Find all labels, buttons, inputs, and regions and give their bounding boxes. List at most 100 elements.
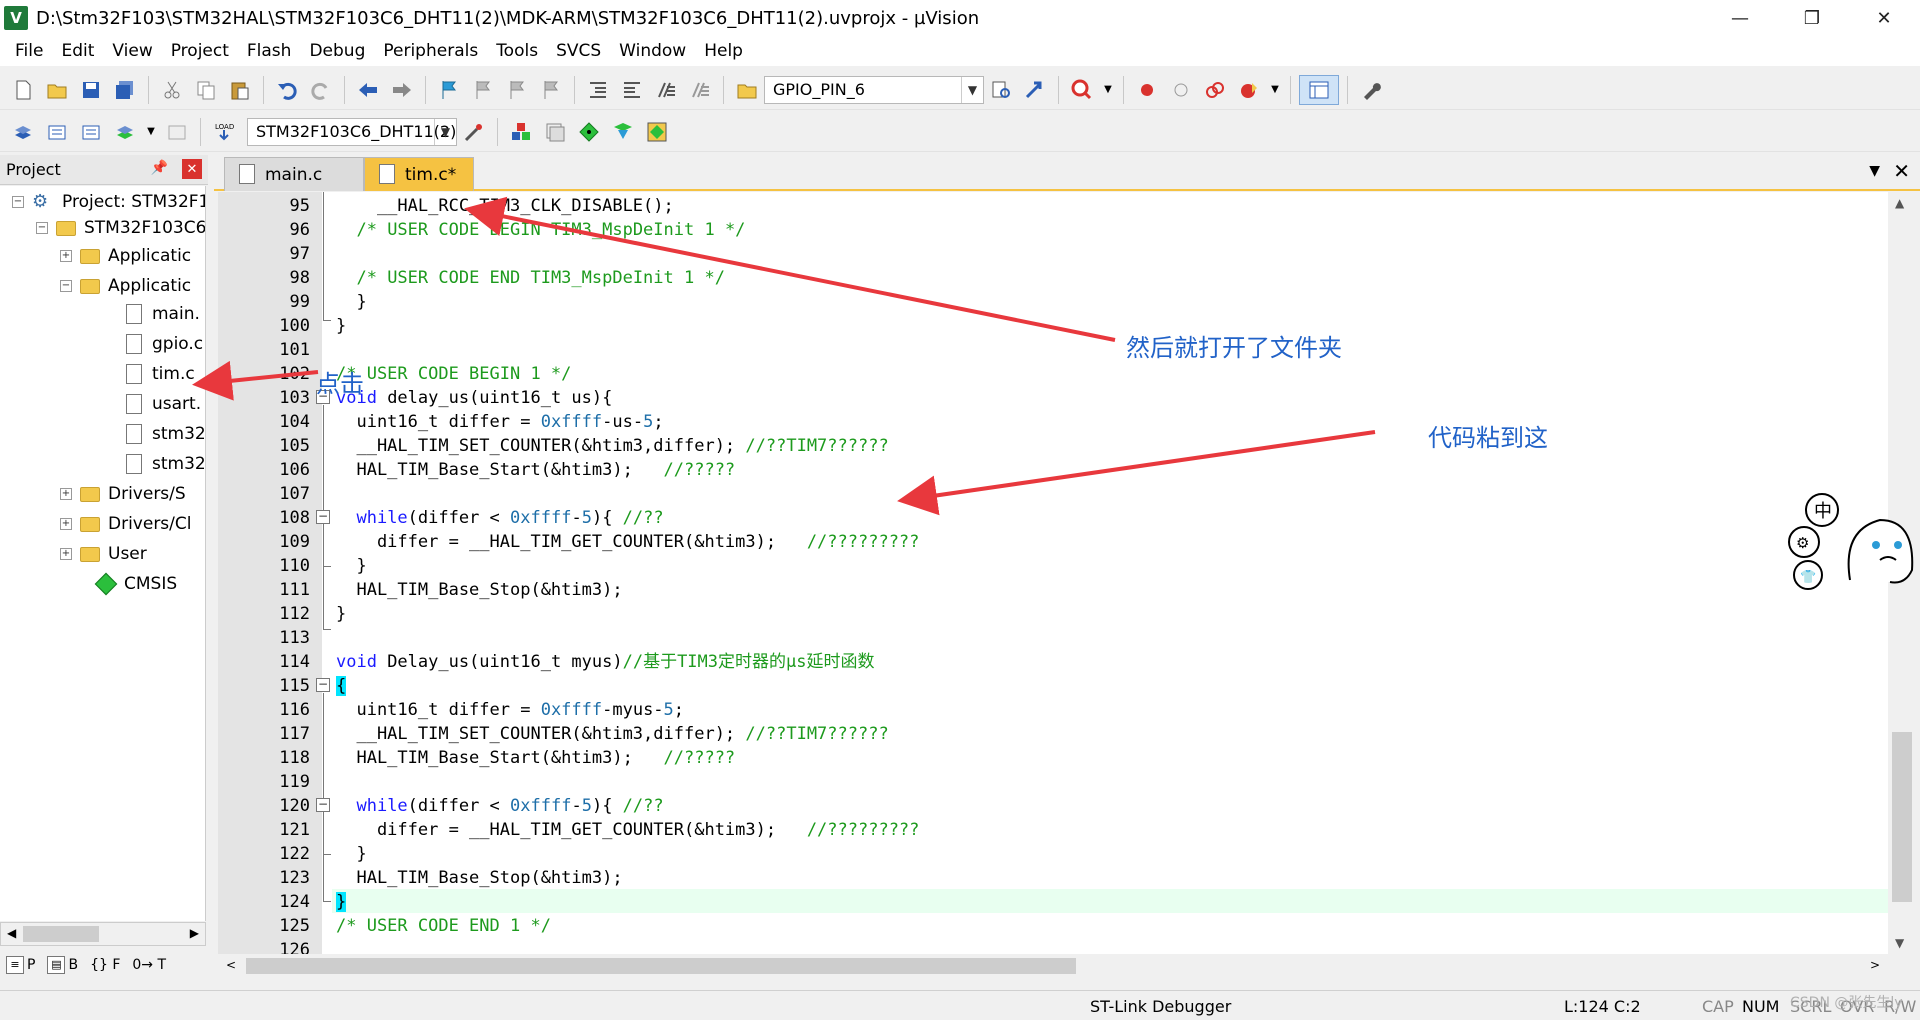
tree-item-group[interactable]: + Drivers/Cl bbox=[60, 510, 192, 538]
scroll-right-icon[interactable]: > bbox=[1870, 958, 1880, 972]
collapse-icon[interactable]: − bbox=[36, 222, 48, 234]
expand-icon[interactable]: + bbox=[60, 250, 72, 262]
chevron-down-icon[interactable]: ▼ bbox=[961, 76, 983, 103]
code-line[interactable]: differ = __HAL_TIM_GET_COUNTER(&htim3); … bbox=[336, 818, 919, 842]
tab-templates[interactable]: 0→ T bbox=[132, 957, 166, 973]
maximize-button[interactable]: ❐ bbox=[1776, 0, 1848, 36]
tab-books[interactable]: ▤ B bbox=[47, 956, 78, 974]
bookmark-icon[interactable] bbox=[434, 75, 464, 105]
pack-installer-icon[interactable] bbox=[642, 117, 672, 147]
chevron-down-icon[interactable]: ▼ bbox=[144, 117, 158, 147]
project-hscrollbar[interactable]: ◀ ▶ bbox=[0, 922, 206, 946]
code-line[interactable]: } bbox=[336, 842, 366, 866]
collapse-icon[interactable]: − bbox=[60, 280, 72, 292]
menu-file[interactable]: File bbox=[6, 41, 52, 61]
target-combo[interactable]: STM32F103C6_DHT11(2) ▼ bbox=[247, 117, 457, 146]
manage-project-icon[interactable] bbox=[506, 117, 536, 147]
configure-wrench-icon[interactable] bbox=[1356, 75, 1386, 105]
copy-icon[interactable] bbox=[191, 75, 221, 105]
build-icon[interactable] bbox=[42, 117, 72, 147]
debug-session-icon[interactable] bbox=[1067, 75, 1097, 105]
tree-item-file[interactable]: stm32 bbox=[126, 450, 205, 478]
code-line[interactable]: __HAL_RCC_TIM3_CLK_DISABLE(); bbox=[336, 194, 674, 218]
code-line[interactable]: /* USER CODE END TIM3_MspDeInit 1 */ bbox=[336, 266, 724, 290]
scroll-thumb[interactable] bbox=[246, 958, 1076, 974]
code-line[interactable]: } bbox=[336, 314, 346, 338]
tree-item-project[interactable]: − ⚙ Project: STM32F1( bbox=[12, 188, 205, 216]
menu-debug[interactable]: Debug bbox=[300, 41, 374, 61]
tree-item-file[interactable]: main. bbox=[126, 300, 200, 328]
tree-item-group[interactable]: + Applicatic bbox=[60, 242, 191, 270]
find-combo[interactable]: GPIO_PIN_6 ▼ bbox=[764, 75, 984, 104]
tab-main-c[interactable]: main.c bbox=[224, 157, 364, 191]
tree-item-file[interactable]: gpio.c bbox=[126, 330, 203, 358]
tree-item-group[interactable]: + User bbox=[60, 540, 147, 568]
incremental-find-icon[interactable] bbox=[1020, 75, 1050, 105]
bookmark-clear-icon[interactable] bbox=[536, 75, 566, 105]
tree-item-cmsis[interactable]: CMSIS bbox=[94, 570, 177, 598]
tab-tim-c[interactable]: tim.c* bbox=[364, 157, 474, 191]
chevron-down-icon[interactable]: ▼ bbox=[1268, 75, 1282, 105]
code-line[interactable]: } bbox=[336, 602, 346, 626]
code-line[interactable]: while(differ < 0xffff-5){ //?? bbox=[336, 794, 663, 818]
code-line[interactable]: __HAL_TIM_SET_COUNTER(&htim3,differ); //… bbox=[336, 434, 888, 458]
tree-item-file[interactable]: usart. bbox=[126, 390, 201, 418]
close-editor-icon[interactable]: ✕ bbox=[1893, 159, 1910, 183]
run-time-env-icon[interactable] bbox=[574, 117, 604, 147]
scroll-thumb[interactable] bbox=[23, 926, 99, 942]
minimize-button[interactable]: — bbox=[1704, 0, 1776, 36]
unindent-icon[interactable] bbox=[617, 75, 647, 105]
code-line[interactable]: } bbox=[336, 290, 366, 314]
bookmark-next-icon[interactable] bbox=[502, 75, 532, 105]
tab-functions[interactable]: {} F bbox=[90, 957, 120, 973]
cut-icon[interactable] bbox=[157, 75, 187, 105]
code-line[interactable]: /* USER CODE BEGIN TIM3_MspDeInit 1 */ bbox=[336, 218, 745, 242]
editor-hscrollbar[interactable]: < > bbox=[218, 954, 1888, 978]
menu-flash[interactable]: Flash bbox=[238, 41, 301, 61]
tree-item-group[interactable]: − Applicatic bbox=[60, 272, 191, 300]
new-file-icon[interactable] bbox=[8, 75, 38, 105]
code-line[interactable]: HAL_TIM_Base_Start(&htim3); //????? bbox=[336, 746, 735, 770]
find-icon[interactable] bbox=[986, 75, 1016, 105]
uncomment-icon[interactable] bbox=[685, 75, 715, 105]
expand-icon[interactable]: + bbox=[60, 548, 72, 560]
find-in-files-icon[interactable] bbox=[732, 75, 762, 105]
kill-breakpoints-icon[interactable] bbox=[1200, 75, 1230, 105]
nav-back-icon[interactable] bbox=[353, 75, 383, 105]
scroll-up-icon[interactable]: ▲ bbox=[1895, 196, 1904, 210]
fold-toggle[interactable]: − bbox=[316, 510, 330, 524]
paste-icon[interactable] bbox=[225, 75, 255, 105]
undo-icon[interactable] bbox=[272, 75, 302, 105]
code-line[interactable]: } bbox=[336, 890, 347, 914]
expand-icon[interactable]: + bbox=[60, 488, 72, 500]
code-line[interactable]: uint16_t differ = 0xffff-us-5; bbox=[336, 410, 663, 434]
close-button[interactable]: ✕ bbox=[1848, 0, 1920, 36]
code-line[interactable]: void Delay_us(uint16_t myus)//基于TIM3定时器的… bbox=[336, 650, 874, 674]
tree-item-file[interactable]: stm32 bbox=[126, 420, 205, 448]
code-line[interactable]: HAL_TIM_Base_Stop(&htim3); bbox=[336, 866, 622, 890]
save-all-icon[interactable] bbox=[110, 75, 140, 105]
disable-breakpoint-icon[interactable] bbox=[1166, 75, 1196, 105]
scroll-left-icon[interactable]: ◀ bbox=[7, 926, 16, 940]
scroll-left-icon[interactable]: < bbox=[226, 958, 236, 972]
breakpoint-icon[interactable] bbox=[1132, 75, 1162, 105]
tree-item-file-tim[interactable]: tim.c bbox=[126, 360, 195, 388]
menu-view[interactable]: View bbox=[103, 41, 161, 61]
collapse-icon[interactable]: − bbox=[12, 196, 24, 208]
select-packs-icon[interactable] bbox=[608, 117, 638, 147]
chevron-down-icon[interactable]: ▼ bbox=[434, 118, 456, 145]
open-folder-icon[interactable] bbox=[42, 75, 72, 105]
pin-icon[interactable]: 📌 bbox=[151, 160, 168, 176]
menu-help[interactable]: Help bbox=[695, 41, 752, 61]
menu-window[interactable]: Window bbox=[610, 41, 695, 61]
indent-icon[interactable] bbox=[583, 75, 613, 105]
menu-svcs[interactable]: SVCS bbox=[547, 41, 610, 61]
code-line[interactable]: HAL_TIM_Base_Stop(&htim3); bbox=[336, 578, 622, 602]
close-icon[interactable]: ✕ bbox=[182, 159, 202, 179]
save-icon[interactable] bbox=[76, 75, 106, 105]
redo-icon[interactable] bbox=[306, 75, 336, 105]
expand-icon[interactable]: + bbox=[60, 518, 72, 530]
stop-build-icon[interactable] bbox=[162, 117, 192, 147]
code-line[interactable]: HAL_TIM_Base_Start(&htim3); //????? bbox=[336, 458, 735, 482]
bookmark-prev-icon[interactable] bbox=[468, 75, 498, 105]
